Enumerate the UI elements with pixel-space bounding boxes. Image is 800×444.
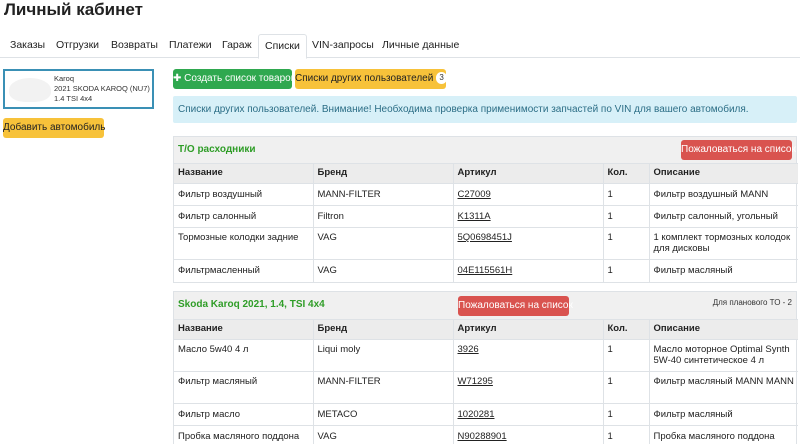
table-row: Фильтр воздушный MANN-FILTER C27009 1 Фи… — [174, 183, 798, 206]
plus-icon: ✚ — [173, 73, 182, 84]
table-row: Фильтр салонный Filtron K1311A 1 Фильтр … — [174, 205, 798, 228]
tab-vin-requests[interactable]: VIN-запросы — [306, 34, 380, 58]
list-table: Название Бренд Артикул Кол. Описание Мас… — [174, 319, 798, 444]
car-model: Karoq — [54, 74, 75, 83]
item-name: Тормозные колодки задние — [174, 227, 313, 260]
col-article-header: Артикул — [452, 319, 603, 340]
list-note: Для планового ТО - 2 — [712, 298, 792, 307]
item-brand: MANN-FILTER — [312, 183, 453, 206]
item-qty: 1 — [602, 227, 649, 260]
col-qty-header: Кол. — [602, 319, 649, 340]
item-desc: Фильтр масляный — [648, 403, 798, 426]
tab-shipments[interactable]: Отгрузки — [50, 34, 105, 58]
item-desc: Фильтр масляный — [648, 259, 798, 282]
item-desc: 1 комплект тормозных колодок для дисковы — [648, 227, 798, 260]
complain-button[interactable]: Пожаловаться на список — [681, 140, 796, 160]
item-name: Фильтр масло — [174, 403, 313, 426]
table-row: Масло 5w40 4 л Liqui moly 3926 1 Масло м… — [174, 339, 798, 372]
list-title: Т/О расходники — [178, 144, 256, 155]
tab-returns[interactable]: Возвраты — [105, 34, 164, 58]
list-title: Skoda Karoq 2021, 1.4, TSI 4x4 — [178, 299, 325, 310]
item-brand: Filtron — [312, 205, 453, 228]
item-desc: Пробка масляного поддона — [648, 425, 798, 444]
car-image — [9, 78, 51, 102]
item-name: Масло 5w40 4 л — [174, 339, 313, 372]
car-engine: 1.4 TSI 4x4 — [54, 94, 93, 103]
create-list-button[interactable]: ✚ Создать список товаров — [173, 69, 296, 89]
complain-button[interactable]: Пожаловаться на список — [458, 296, 573, 316]
item-article-link[interactable]: N90288901 — [458, 431, 507, 442]
table-header-row: Название Бренд Артикул Кол. Описание — [174, 319, 798, 340]
col-article-header: Артикул — [452, 163, 603, 184]
item-name: Фильтр воздушный — [174, 183, 313, 206]
col-name-header: Название — [174, 319, 313, 340]
item-desc: Масло моторное Optimal Synth 5W-40 синте… — [648, 339, 798, 372]
shopping-list: Skoda Karoq 2021, 1.4, TSI 4x4 Пожаловат… — [173, 291, 798, 444]
item-name: Пробка масляного поддона — [174, 425, 313, 444]
item-qty: 1 — [602, 339, 649, 372]
col-name-header: Название — [174, 163, 313, 184]
list-table: Название Бренд Артикул Кол. Описание Фил… — [174, 163, 798, 282]
add-car-button[interactable]: Добавить автомобиль — [3, 118, 105, 138]
list-header: Т/О расходники Пожаловаться на список — [174, 137, 796, 163]
tab-bar: Заказы Отгрузки Возвраты Платежи Гараж С… — [0, 34, 800, 59]
item-brand: VAG — [312, 425, 453, 444]
item-qty: 1 — [602, 205, 649, 228]
item-article-link[interactable]: W71295 — [458, 376, 493, 387]
table-row: Фильтр масляный MANN-FILTER W71295 1 Фил… — [174, 371, 798, 404]
item-name: Фильтр масляный — [174, 371, 313, 404]
list-header: Skoda Karoq 2021, 1.4, TSI 4x4 Пожаловат… — [174, 292, 796, 319]
tab-orders[interactable]: Заказы — [4, 34, 51, 58]
col-brand-header: Бренд — [312, 319, 453, 340]
item-name: Фильтр салонный — [174, 205, 313, 228]
item-desc: Фильтр масляный MANN MANN — [648, 371, 798, 404]
item-name: Фильтрмасленный — [174, 259, 313, 282]
page-title: Личный кабинет — [4, 0, 143, 19]
col-brand-header: Бренд — [312, 163, 453, 184]
table-row: Тормозные колодки задние VAG 5Q0698451J … — [174, 227, 798, 260]
item-qty: 1 — [602, 259, 649, 282]
item-qty: 1 — [602, 403, 649, 426]
col-qty-header: Кол. — [602, 163, 649, 184]
other-lists-count-badge: 3 — [436, 72, 447, 84]
col-desc-header: Описание — [648, 163, 798, 184]
item-qty: 1 — [602, 183, 649, 206]
tab-garage[interactable]: Гараж — [216, 34, 258, 58]
item-brand: VAG — [312, 259, 453, 282]
item-article-link[interactable]: K1311A — [458, 211, 491, 222]
item-desc: Фильтр салонный, угольный — [648, 205, 798, 228]
table-row: Фильтрмасленный VAG 04E115561H 1 Фильтр … — [174, 259, 798, 282]
tab-payments[interactable]: Платежи — [163, 34, 218, 58]
item-desc: Фильтр воздушный MANN — [648, 183, 798, 206]
col-desc-header: Описание — [648, 319, 798, 340]
item-article-link[interactable]: 04E115561H — [458, 265, 513, 276]
table-row: Пробка масляного поддона VAG N90288901 1… — [174, 425, 798, 444]
create-list-label: Создать список товаров — [184, 73, 297, 84]
item-qty: 1 — [602, 371, 649, 404]
item-article-link[interactable]: 3926 — [458, 344, 479, 355]
item-article-link[interactable]: 5Q0698451J — [458, 232, 512, 243]
car-name: 2021 SKODA KAROQ (NU7) — [54, 84, 150, 93]
shopping-list: Т/О расходники Пожаловаться на список На… — [173, 136, 798, 283]
tab-lists[interactable]: Списки — [258, 34, 307, 59]
garage-car-card[interactable]: Karoq 2021 SKODA KAROQ (NU7) 1.4 TSI 4x4 — [3, 69, 154, 109]
table-row: Фильтр масло METACO 1020281 1 Фильтр мас… — [174, 403, 798, 426]
other-users-lists-button[interactable]: Списки других пользователей 3 — [295, 69, 447, 89]
item-brand: MANN-FILTER — [312, 371, 453, 404]
info-alert: Списки других пользователей. Внимание! Н… — [173, 96, 797, 123]
item-brand: Liqui moly — [312, 339, 453, 372]
table-header-row: Название Бренд Артикул Кол. Описание — [174, 163, 798, 184]
item-qty: 1 — [602, 425, 649, 444]
tab-personal-data[interactable]: Личные данные — [376, 34, 465, 58]
item-article-link[interactable]: C27009 — [458, 189, 491, 200]
item-brand: VAG — [312, 227, 453, 260]
item-article-link[interactable]: 1020281 — [458, 409, 495, 420]
other-lists-label: Списки других пользователей — [295, 73, 434, 84]
item-brand: METACO — [312, 403, 453, 426]
